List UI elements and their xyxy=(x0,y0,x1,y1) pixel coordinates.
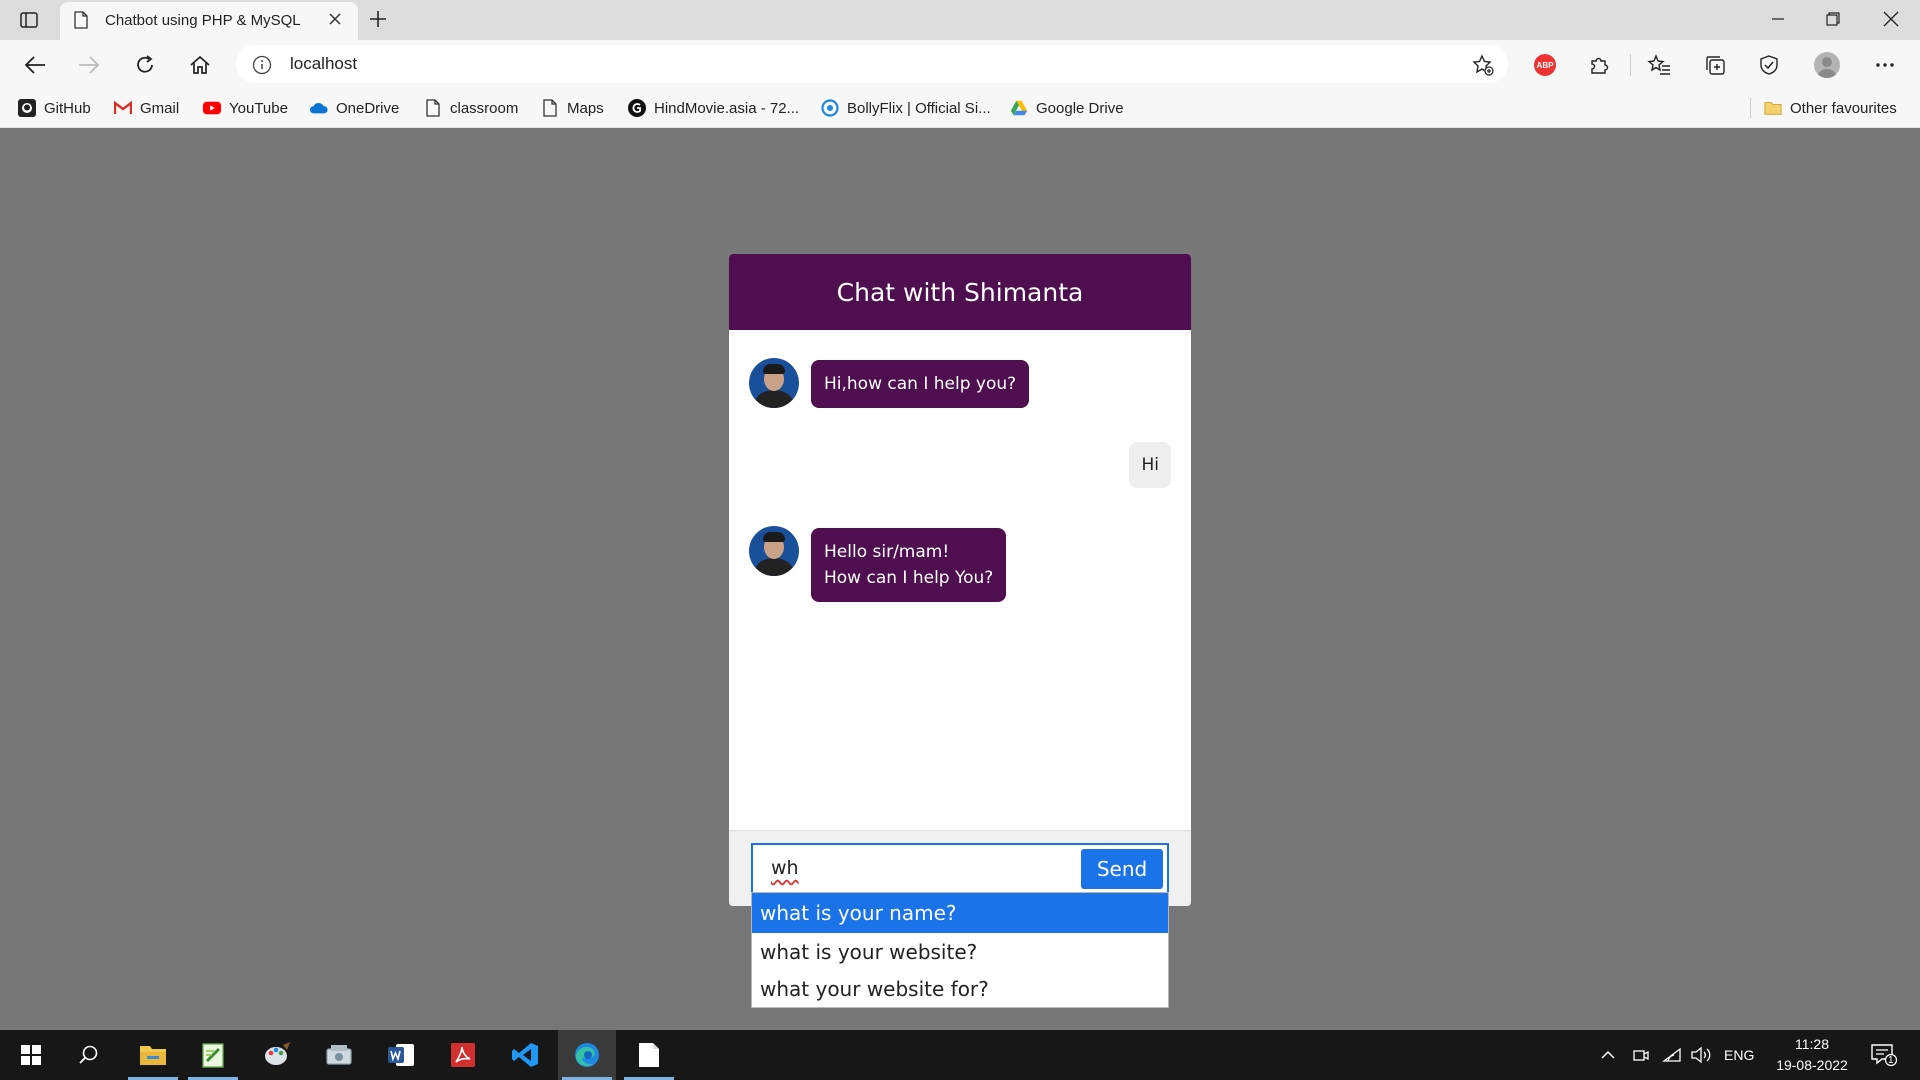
acrobat-icon[interactable] xyxy=(434,1030,492,1080)
bookmark-bollyflix[interactable]: BollyFlix | Official Si... xyxy=(821,96,991,120)
youtube-icon xyxy=(203,99,221,117)
bot-avatar xyxy=(749,358,799,408)
google-drive-icon xyxy=(1010,99,1028,117)
notepad-plus-icon[interactable] xyxy=(184,1030,242,1080)
bot-message: Hi,how can I help you? xyxy=(749,358,1030,408)
navigation-bar: localhost ABP xyxy=(0,40,1920,88)
edge-browser-icon[interactable] xyxy=(558,1030,616,1080)
github-icon xyxy=(18,99,36,117)
windows-icon xyxy=(21,1045,41,1065)
collections-icon[interactable] xyxy=(1700,50,1730,80)
message-input[interactable]: wh Send xyxy=(751,843,1169,895)
notification-center-icon[interactable]: 1 xyxy=(1870,1030,1898,1080)
bookmark-github[interactable]: GitHub xyxy=(18,96,91,120)
bookmark-gmail[interactable]: Gmail xyxy=(114,96,179,120)
chat-header: Chat with Shimanta xyxy=(729,254,1191,330)
tab-actions-icon[interactable] xyxy=(16,8,42,32)
volume-icon[interactable] xyxy=(1690,1030,1712,1080)
vscode-icon[interactable] xyxy=(496,1030,554,1080)
browser-essentials-icon[interactable] xyxy=(1754,50,1784,80)
suggestion-item[interactable]: what is your website? xyxy=(752,933,1168,970)
address-bar[interactable]: localhost xyxy=(236,45,1508,83)
chat-title: Chat with Shimanta xyxy=(836,277,1084,307)
page-icon xyxy=(74,11,88,29)
bollyflix-icon xyxy=(821,99,839,117)
home-icon[interactable] xyxy=(185,50,215,80)
more-options-icon[interactable] xyxy=(1870,50,1900,80)
bookmark-maps[interactable]: Maps xyxy=(541,96,604,120)
add-favourite-icon[interactable] xyxy=(1472,54,1494,76)
bookmark-other-favourites[interactable]: Other favourites xyxy=(1764,96,1897,120)
extensions-icon[interactable] xyxy=(1584,50,1614,80)
tab-title: Chatbot using PHP & MySQL xyxy=(105,12,301,29)
bot-message: Hello sir/mam! How can I help You? xyxy=(749,526,1007,602)
paint-icon[interactable] xyxy=(248,1030,306,1080)
search-icon[interactable] xyxy=(60,1030,118,1080)
page-icon xyxy=(424,99,442,117)
autocomplete-dropdown: what is your name? what is your website?… xyxy=(751,892,1169,1008)
bookmark-classroom[interactable]: classroom xyxy=(424,96,518,120)
notepad-file-icon[interactable] xyxy=(620,1030,678,1080)
new-tab-icon[interactable] xyxy=(368,9,388,29)
meet-now-icon[interactable] xyxy=(1632,1030,1650,1080)
bookmark-google-drive[interactable]: Google Drive xyxy=(1010,96,1124,120)
suggestion-item[interactable]: what your website for? xyxy=(752,970,1168,1007)
wifi-icon[interactable] xyxy=(1662,1030,1682,1080)
hindmovie-icon xyxy=(628,99,646,117)
suggestion-item[interactable]: what is your name? xyxy=(752,893,1168,933)
adblock-extension-icon[interactable]: ABP xyxy=(1530,50,1560,80)
toolbar-divider xyxy=(1630,54,1631,76)
clock[interactable]: 11:28 19-08-2022 xyxy=(1764,1034,1860,1076)
user-icon xyxy=(1814,52,1840,78)
chat-messages[interactable]: Hi,how can I help you? Hi Hello sir/mam!… xyxy=(729,330,1191,830)
bot-message-bubble: Hi,how can I help you? xyxy=(811,360,1030,408)
close-window-icon[interactable] xyxy=(1880,8,1902,30)
file-explorer-icon[interactable] xyxy=(124,1030,182,1080)
bot-avatar xyxy=(749,526,799,576)
refresh-icon[interactable] xyxy=(130,50,160,80)
bookmark-youtube[interactable]: YouTube xyxy=(203,96,288,120)
restore-icon[interactable] xyxy=(1822,8,1844,30)
browser-tab-active[interactable]: Chatbot using PHP & MySQL xyxy=(60,2,358,40)
notification-count: 1 xyxy=(1888,1055,1894,1066)
message-input-value[interactable]: wh xyxy=(771,857,799,879)
clock-time: 11:28 xyxy=(1795,1036,1829,1052)
language-indicator[interactable]: ENG xyxy=(1724,1030,1754,1080)
favourites-icon[interactable] xyxy=(1644,50,1674,80)
url-text: localhost xyxy=(290,54,358,73)
close-tab-icon[interactable] xyxy=(328,12,342,26)
tab-bar: Chatbot using PHP & MySQL xyxy=(0,0,1920,40)
word-icon[interactable] xyxy=(372,1030,430,1080)
clock-date: 19-08-2022 xyxy=(1776,1057,1848,1073)
bookmark-hindmovie[interactable]: HindMovie.asia - 72... xyxy=(628,96,799,120)
bookmarks-bar: GitHub Gmail YouTube OneDrive classroom … xyxy=(0,88,1920,128)
profile-avatar[interactable] xyxy=(1812,50,1842,80)
minimize-icon[interactable] xyxy=(1767,8,1789,30)
start-button[interactable] xyxy=(2,1030,60,1080)
folder-icon xyxy=(1764,99,1782,117)
send-button[interactable]: Send xyxy=(1081,849,1163,889)
chat-window: Chat with Shimanta Hi,how can I help you… xyxy=(729,254,1191,906)
show-hidden-icons[interactable] xyxy=(1600,1030,1616,1080)
page-icon xyxy=(541,99,559,117)
bookmarks-divider xyxy=(1750,98,1751,118)
bookmark-onedrive[interactable]: OneDrive xyxy=(310,96,399,120)
gmail-icon xyxy=(114,99,132,117)
system-app-icon[interactable] xyxy=(310,1030,368,1080)
bot-message-bubble: Hello sir/mam! How can I help You? xyxy=(811,528,1007,602)
windows-taskbar: ENG 11:28 19-08-2022 1 xyxy=(0,1030,1920,1080)
back-arrow-icon[interactable] xyxy=(20,50,50,80)
forward-arrow-icon[interactable] xyxy=(74,50,104,80)
site-info-icon[interactable] xyxy=(252,55,272,75)
user-message-bubble: Hi xyxy=(1129,442,1171,488)
onedrive-icon xyxy=(310,99,328,117)
